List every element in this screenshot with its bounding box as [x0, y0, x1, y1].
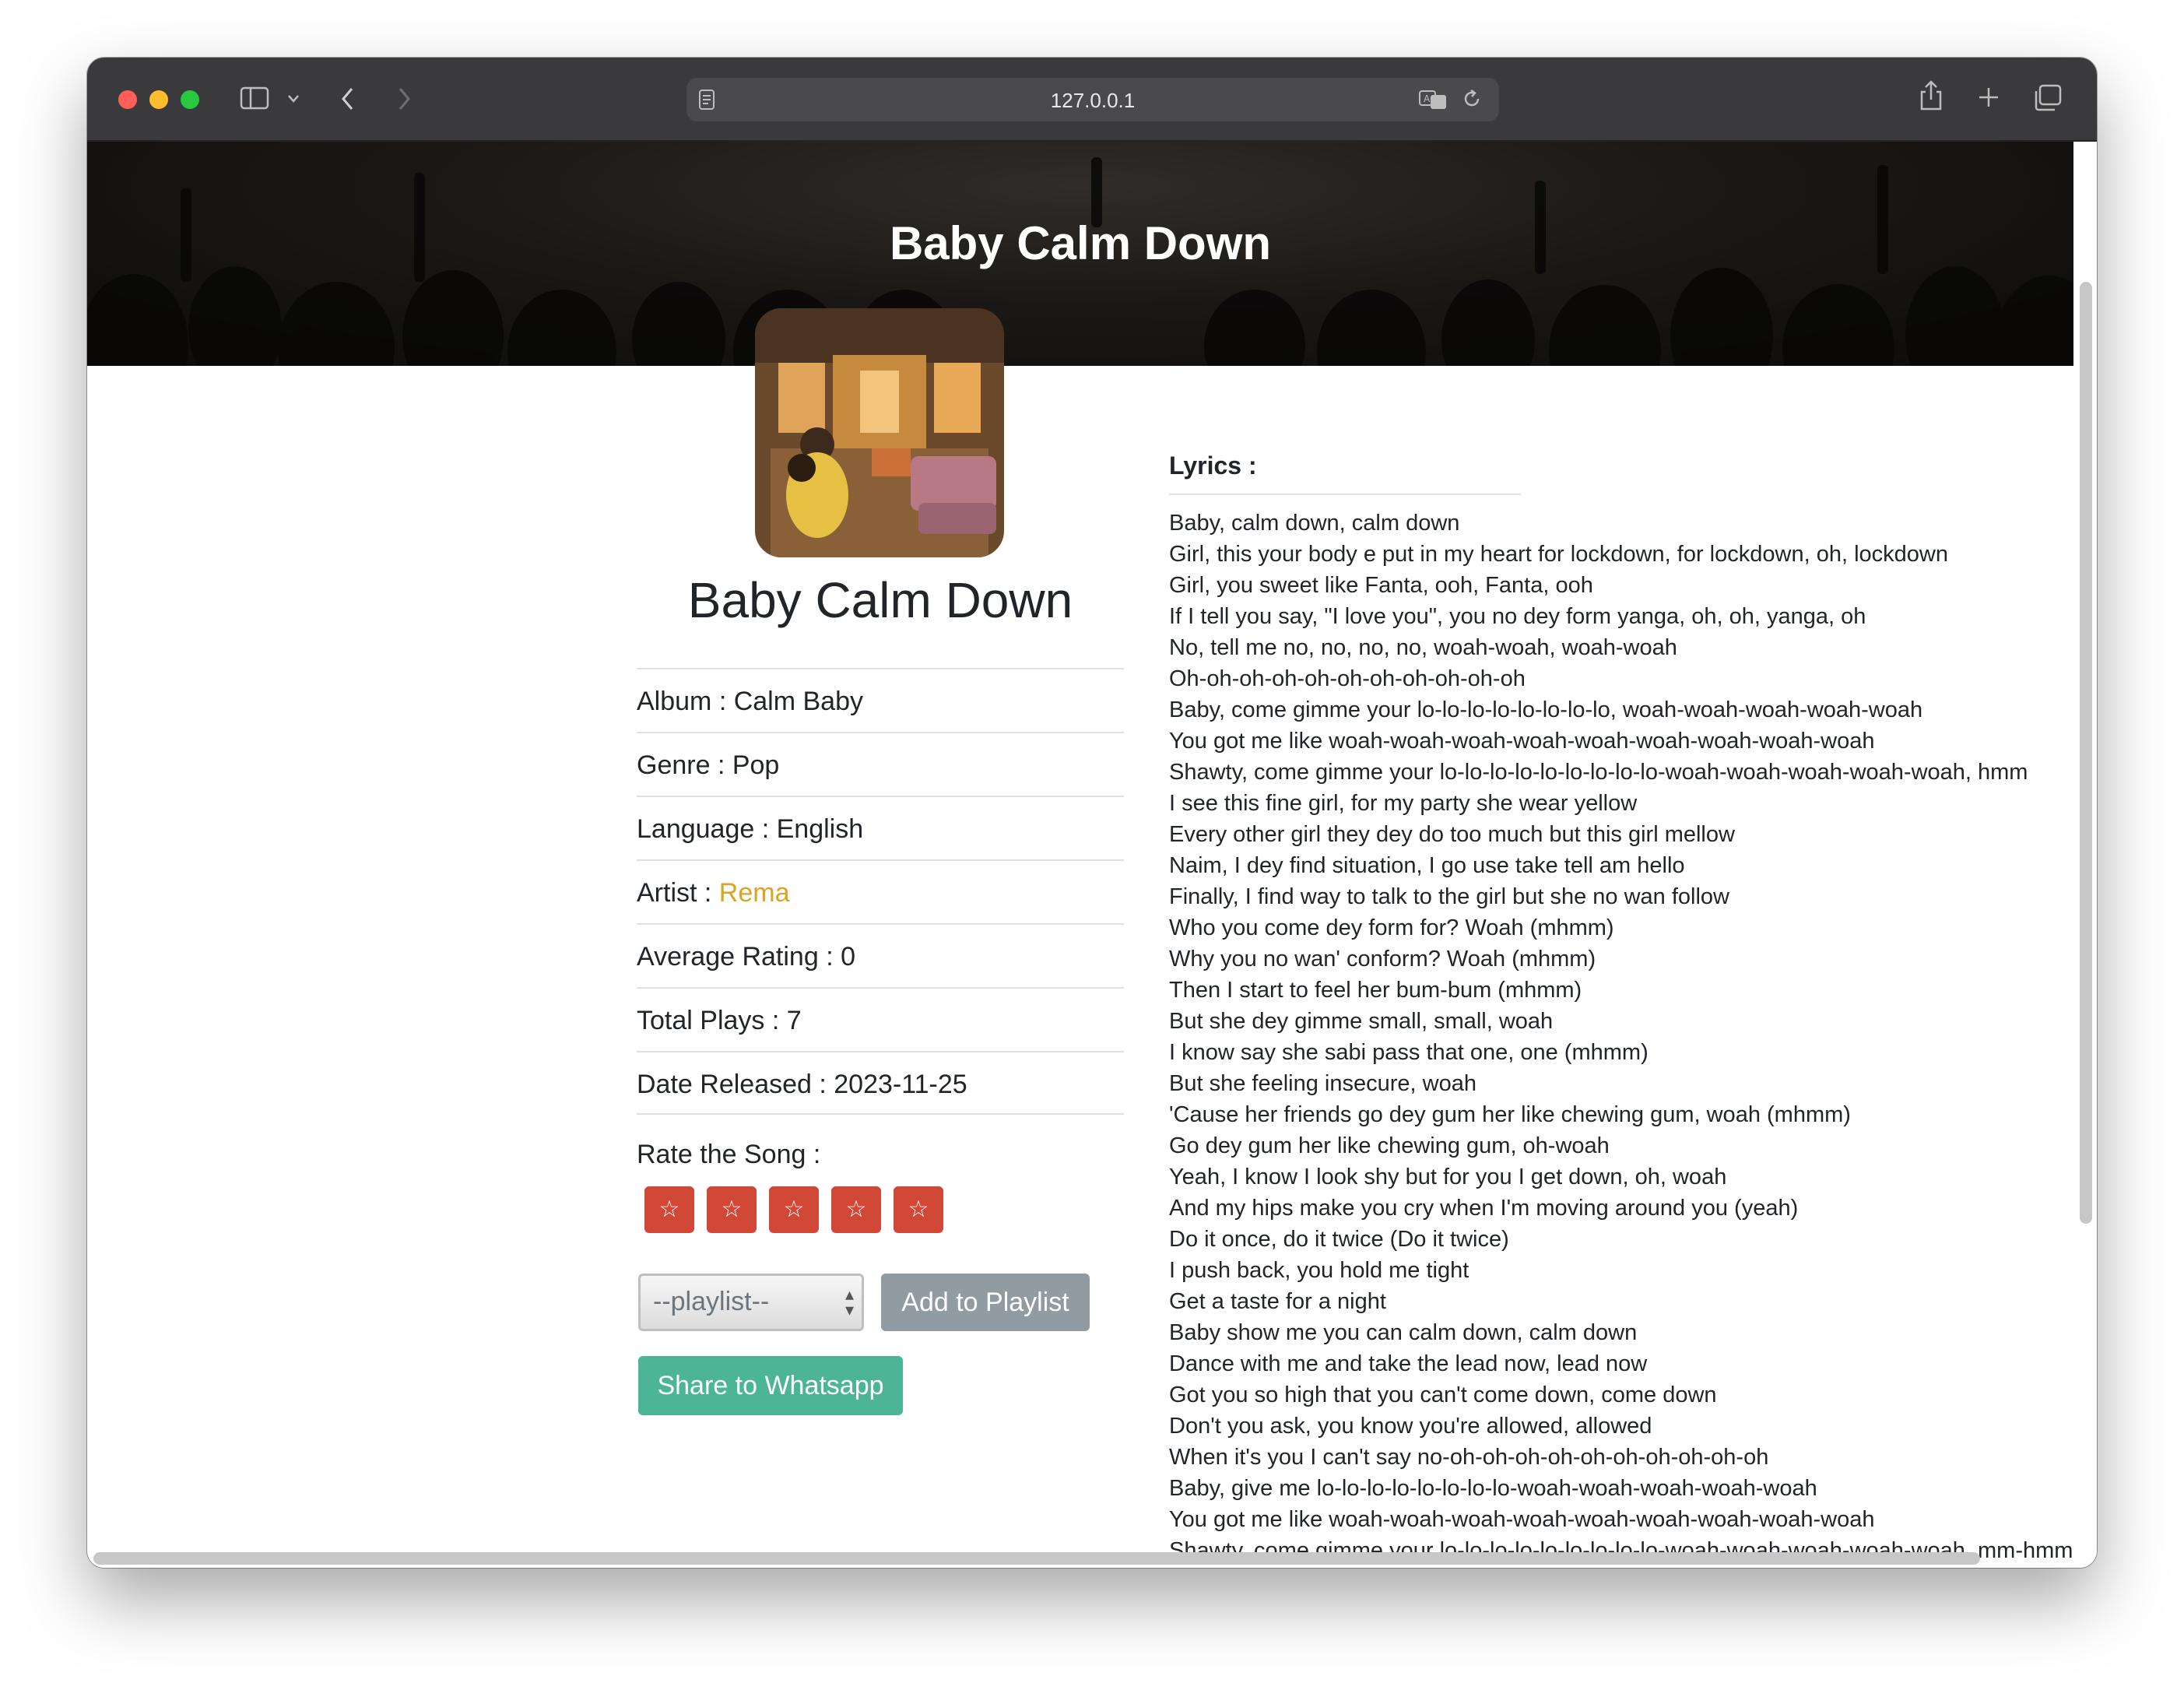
rate-star-4-button[interactable]: ☆: [831, 1186, 881, 1233]
forward-arrow-icon[interactable]: [395, 86, 413, 112]
lyric-line: You got me like woah-woah-woah-woah-woah…: [1169, 729, 1875, 754]
select-arrows-icon: ▴ ▾: [844, 1284, 854, 1319]
lyric-line: Baby, calm down, calm down: [1169, 511, 1460, 536]
share-whatsapp-button[interactable]: Share to Whatsapp: [638, 1356, 903, 1415]
album-cover-image: [755, 308, 1004, 557]
lyric-line: Go dey gum her like chewing gum, oh-woah: [1169, 1133, 1610, 1158]
lyrics-text: Baby, calm down, calm down Girl, this you…: [1169, 508, 2087, 1568]
lyric-line: But she feeling insecure, woah: [1169, 1071, 1476, 1096]
song-title: Baby Calm Down: [687, 572, 1073, 628]
release-row: Date Released : 2023-11-25: [637, 1051, 1124, 1115]
release-value: 2023-11-25: [834, 1070, 967, 1099]
reload-icon[interactable]: [1460, 87, 1484, 111]
maximize-window-button[interactable]: [181, 90, 199, 109]
rating-row: Average Rating : 0: [637, 923, 1124, 987]
lyrics-divider: [1169, 494, 1521, 495]
lyric-line: I push back, you hold me tight: [1169, 1258, 1469, 1283]
rate-star-3-button[interactable]: ☆: [769, 1186, 819, 1233]
lyric-line: Baby show me you can calm down, calm dow…: [1169, 1320, 1638, 1345]
lyric-line: Then I start to feel her bum-bum (mhmm): [1169, 978, 1582, 1003]
lyric-line: I see this fine girl, for my party she w…: [1169, 791, 1638, 816]
lyric-line: Girl, you sweet like Fanta, ooh, Fanta, …: [1169, 573, 1593, 598]
lyric-line: Do it once, do it twice (Do it twice): [1169, 1227, 1509, 1252]
browser-toolbar: 127.0.0.1 A: [87, 58, 2097, 142]
lyric-line: Why you no wan' conform? Woah (mhmm): [1169, 947, 1596, 972]
horizontal-scrollbar[interactable]: [93, 1552, 1980, 1565]
genre-row: Genre : Pop: [637, 732, 1124, 796]
tab-overview-icon[interactable]: [2033, 84, 2063, 112]
rate-star-2-button[interactable]: ☆: [707, 1186, 757, 1233]
close-window-button[interactable]: [118, 90, 137, 109]
language-row: Language : English: [637, 796, 1124, 859]
hero-banner: Baby Calm Down: [87, 142, 2073, 366]
lyric-line: Naim, I dey find situation, I go use tak…: [1169, 853, 1685, 878]
lyric-line: Every other girl they dey do too much bu…: [1169, 822, 1735, 847]
lyric-line: I know say she sabi pass that one, one (…: [1169, 1040, 1649, 1065]
lyrics-heading: Lyrics :: [1169, 451, 1257, 480]
artist-label: Artist :: [637, 878, 719, 908]
lyric-line: Oh-oh-oh-oh-oh-oh-oh-oh-oh-oh-oh: [1169, 666, 1526, 691]
rate-star-1-button[interactable]: ☆: [644, 1186, 694, 1233]
address-bar[interactable]: 127.0.0.1 A: [686, 78, 1499, 121]
plays-row: Total Plays : 7: [637, 987, 1124, 1051]
lyric-line: No, tell me no, no, no, no, woah-woah, w…: [1169, 635, 1677, 660]
lyric-line: Who you come dey form for? Woah (mhmm): [1169, 915, 1614, 940]
plays-label: Total Plays :: [637, 1006, 787, 1035]
artist-link[interactable]: Rema: [719, 878, 790, 908]
chevron-down-icon[interactable]: [286, 93, 300, 104]
share-icon[interactable]: [1918, 79, 1944, 112]
sidebar-toggle-icon[interactable]: [240, 86, 269, 111]
lyric-line: But she dey gimme small, small, woah: [1169, 1009, 1554, 1034]
album-value: Calm Baby: [733, 687, 863, 716]
rating-label: Average Rating :: [637, 942, 841, 972]
rating-value: 0: [841, 942, 856, 972]
url-text: 127.0.0.1: [1050, 89, 1136, 112]
svg-text:A: A: [1424, 93, 1431, 104]
lyric-line: You got me like woah-woah-woah-woah-woah…: [1169, 1507, 1875, 1532]
album-row: Album : Calm Baby: [637, 668, 1124, 732]
playlist-select-value: --playlist--: [653, 1287, 770, 1316]
lyric-line: Finally, I find way to talk to the girl …: [1169, 884, 1729, 909]
translate-icon[interactable]: A: [1418, 89, 1449, 111]
page-viewport: Baby Calm Down Baby Calm Down Album: Ca…: [87, 142, 2097, 1568]
new-tab-icon[interactable]: [1977, 86, 2000, 109]
genre-label: Genre :: [637, 750, 732, 780]
hero-title: Baby Calm Down: [889, 217, 1272, 269]
release-label: Date Released :: [637, 1070, 834, 1099]
lyric-line: Get a taste for a night: [1169, 1289, 1386, 1314]
language-value: English: [776, 814, 864, 844]
lyric-line: Dance with me and take the lead now, lea…: [1169, 1351, 1648, 1376]
lyric-line: If I tell you say, "I love you", you no …: [1169, 604, 1866, 629]
plays-value: 7: [786, 1006, 802, 1035]
album-label: Album :: [637, 687, 734, 716]
lyric-line: Don't you ask, you know you're allowed, …: [1169, 1414, 1652, 1439]
language-label: Language :: [637, 814, 777, 844]
lyric-line: Girl, this your body e put in my heart f…: [1169, 542, 1948, 567]
lyric-line: Baby, give me lo-lo-lo-lo-lo-lo-lo-lo-wo…: [1169, 1476, 1817, 1501]
lyric-line: Shawty, come gimme your lo-lo-lo-lo-lo-l…: [1169, 760, 2028, 785]
browser-window: 127.0.0.1 A Baby Calm Down Baby Calm Dow…: [87, 58, 2097, 1568]
lyric-line: 'Cause her friends go dey gum her like c…: [1169, 1102, 1851, 1127]
back-arrow-icon[interactable]: [339, 86, 356, 112]
lyric-line: When it's you I can't say no-oh-oh-oh-oh…: [1169, 1445, 1769, 1470]
lyric-line: Yeah, I know I look shy but for you I ge…: [1169, 1165, 1727, 1189]
rate-label: Rate the Song :: [637, 1140, 821, 1169]
lyric-line: Got you so high that you can't come down…: [1169, 1383, 1717, 1407]
add-to-playlist-button[interactable]: Add to Playlist: [881, 1274, 1090, 1331]
lyric-line: Baby, come gimme your lo-lo-lo-lo-lo-lo-…: [1169, 697, 1923, 722]
genre-value: Pop: [732, 750, 780, 780]
playlist-select[interactable]: --playlist-- ▴ ▾: [638, 1274, 864, 1331]
vertical-scrollbar[interactable]: [2080, 282, 2092, 1224]
lyric-line: As I reach my house, I say make a rest s…: [1169, 1566, 2087, 1568]
artist-row: Artist : Rema: [637, 859, 1124, 923]
rate-star-5-button[interactable]: ☆: [894, 1186, 943, 1233]
lyric-line: And my hips make you cry when I'm moving…: [1169, 1196, 1799, 1221]
minimize-window-button[interactable]: [149, 90, 168, 109]
